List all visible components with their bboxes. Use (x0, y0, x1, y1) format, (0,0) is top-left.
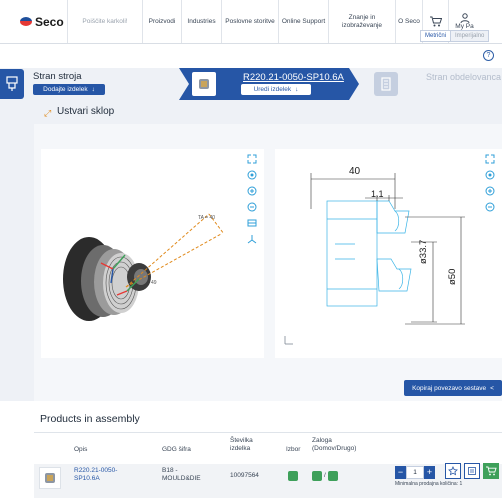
help-bar: ? (0, 44, 502, 68)
3d-assembly-render (63, 213, 225, 321)
star-icon (448, 466, 458, 476)
imperial-button[interactable]: Imperijalno (451, 30, 490, 42)
table-row: R220.21-0050-SP10.6A B18 - MOULD&DIE 100… (34, 463, 502, 498)
help-icon[interactable]: ? (483, 50, 494, 61)
nav-item-online-support[interactable]: Online Support (278, 0, 328, 43)
search-field[interactable]: Poiščite karkoli! (67, 0, 142, 43)
compare-button[interactable] (464, 463, 480, 479)
nav-item-industries[interactable]: Industries (181, 0, 221, 43)
edit-product-button[interactable]: Uredi izdelek ↓ (241, 84, 311, 95)
machine-icon (6, 76, 18, 91)
nav-item-proizvodi[interactable]: Proizvodi (142, 0, 181, 43)
share-icon: < (490, 384, 494, 392)
tool-thumbnail (192, 72, 216, 96)
column-opis: Opis (74, 446, 88, 453)
3d-model-view[interactable]: TA = 40 49 (41, 149, 264, 358)
zoom-out-icon[interactable] (484, 201, 496, 213)
zoom-in-icon[interactable] (246, 185, 258, 197)
product-description-link[interactable]: R220.21-0050-SP10.6A (74, 467, 134, 483)
product-gdg: B18 - MOULD&DIE (162, 467, 201, 482)
selection-icon[interactable] (288, 471, 298, 481)
minimum-quantity-note: Minimalna prodajna količina: 1 (395, 481, 463, 487)
column-gdg: GDG šifra (162, 446, 191, 453)
nav-item-o-seco[interactable]: O Seco (395, 0, 422, 43)
fullscreen-icon[interactable] (246, 153, 258, 165)
tool-step: R220.21-0050-SP10.6A Uredi izdelek ↓ (179, 68, 359, 100)
dimension-diameter-33-7: ø33.7 (418, 239, 429, 264)
column-izbor: Izbor (286, 446, 301, 453)
assembly-title: Ustvari sklop (57, 106, 115, 117)
rotate-icon[interactable] (246, 169, 258, 181)
annotation-gauge: 49 (151, 280, 157, 286)
user-icon (460, 13, 469, 23)
copy-assembly-link-button[interactable]: Kopiraj povezavo sestave < (404, 380, 502, 396)
annotation-ta: TA = 40 (198, 215, 216, 221)
cart-icon (429, 16, 442, 27)
section-view-icon[interactable] (246, 217, 258, 229)
technical-drawing (284, 173, 465, 345)
workpiece-icon (381, 77, 391, 91)
column-number: Številka izdelka (230, 437, 253, 452)
add-to-cart-button[interactable] (483, 463, 499, 479)
nav-item-poslovne-storitve[interactable]: Poslovne storitve (221, 0, 278, 43)
edit-product-label: Uredi izdelek (253, 86, 292, 93)
seco-logo[interactable]: Seco (0, 0, 67, 43)
assembly-header: ⤢ Ustvari sklop (34, 100, 502, 124)
stock-separator: / (324, 472, 326, 479)
products-title: Products in assembly (40, 413, 140, 425)
product-thumbnail[interactable] (39, 467, 61, 489)
product-number: 10097564 (230, 472, 259, 479)
machine-step-icon[interactable] (0, 69, 24, 99)
axis-icon[interactable] (246, 233, 258, 245)
fullscreen-icon[interactable] (484, 153, 496, 165)
rotate-icon[interactable] (484, 169, 496, 181)
2d-toolbar (484, 153, 496, 213)
logo-text: Seco (35, 14, 64, 29)
dimension-diameter-50: ø50 (447, 268, 458, 285)
arrow-down-icon: ↓ (295, 86, 299, 93)
2d-drawing-view[interactable]: 40 1.1 ø33.7 ø50 (275, 149, 502, 358)
add-product-label: Dodajte izdelek (43, 86, 88, 93)
my-page-label: My Pa (455, 23, 474, 30)
add-product-button[interactable]: Dodajte izdelek ↓ (33, 84, 105, 95)
seco-logo-mark (20, 17, 32, 26)
workpiece-step-icon[interactable] (374, 72, 398, 96)
dimension-40: 40 (349, 166, 361, 177)
workpiece-step-title: Stran obdelovanca (426, 72, 502, 82)
milling-cutter-icon (199, 79, 209, 89)
3d-toolbar (246, 153, 258, 245)
favorite-button[interactable] (445, 463, 461, 479)
assembly-step-bar: Stran stroja Dodajte izdelek ↓ R220.21-0… (0, 68, 502, 100)
increment-button[interactable]: + (424, 465, 435, 479)
copy-assembly-link-label: Kopiraj povezavo sestave (412, 384, 487, 392)
decrement-button[interactable]: − (395, 465, 406, 479)
arrow-down-icon: ↓ (91, 86, 95, 93)
tool-step-title[interactable]: R220.21-0050-SP10.6A (243, 72, 344, 83)
metric-button[interactable]: Metrični (420, 30, 452, 42)
dimension-1-1: 1.1 (371, 189, 384, 199)
quantity-input[interactable]: 1 (406, 465, 424, 479)
compare-icon (468, 467, 476, 475)
milling-cutter-icon (45, 473, 55, 483)
zoom-in-icon[interactable] (484, 185, 496, 197)
nav-item-znanje[interactable]: Znanje in izobraževanje (328, 0, 395, 43)
cart-icon (485, 466, 497, 476)
divider (34, 432, 502, 433)
zoom-out-icon[interactable] (246, 201, 258, 213)
stock-home-icon (312, 471, 322, 481)
expand-icon[interactable]: ⤢ (44, 108, 51, 119)
stock-other-icon (328, 471, 338, 481)
machine-step-title: Stran stroja (33, 71, 82, 82)
column-stock: Zaloga (Domov/Drugo) (312, 437, 357, 452)
unit-toggle: Metrični Imperijalno (420, 30, 490, 42)
quantity-stepper: − 1 + (395, 465, 435, 479)
products-in-assembly: Products in assembly Opis GDG šifra Štev… (34, 408, 502, 498)
